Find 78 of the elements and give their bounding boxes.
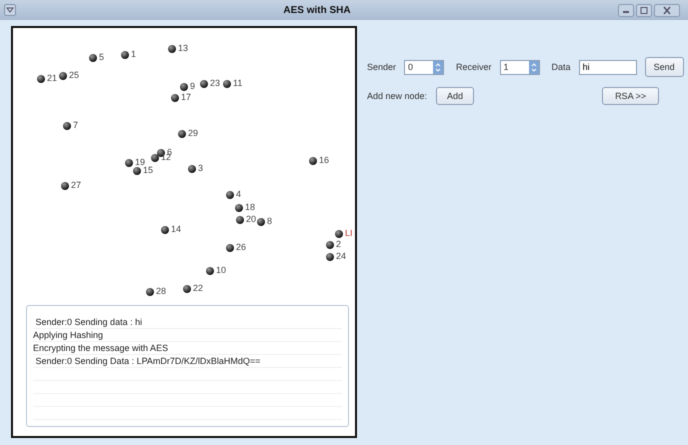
node-label: 27 — [71, 181, 82, 190]
node-label: 3 — [198, 164, 204, 173]
data-field[interactable]: hi — [578, 60, 637, 74]
node-label: LI — [345, 229, 353, 238]
node-label: 29 — [188, 129, 198, 138]
node-label: 18 — [245, 203, 256, 212]
node-label: 23 — [210, 79, 220, 88]
data-label: Data — [552, 62, 571, 72]
node-label: 22 — [193, 284, 204, 293]
sender-label: Sender — [367, 62, 396, 72]
node-label: 13 — [178, 44, 188, 53]
node-label: 11 — [233, 79, 242, 88]
node-icon[interactable] — [146, 288, 154, 296]
node-icon[interactable] — [309, 156, 317, 164]
node-label: 14 — [171, 225, 182, 234]
node-icon[interactable] — [188, 164, 196, 172]
node-icon[interactable] — [168, 44, 176, 52]
node-label: 21 — [47, 74, 58, 83]
node-label: 4 — [236, 190, 242, 199]
node-icon[interactable] — [206, 266, 214, 274]
add-button[interactable]: Add — [436, 87, 474, 105]
node-icon[interactable] — [235, 204, 243, 212]
receiver-label: Receiver — [456, 62, 492, 72]
node-label: 20 — [246, 215, 256, 224]
node-label: 16 — [319, 156, 330, 165]
node-icon[interactable] — [183, 284, 191, 292]
node-icon[interactable] — [326, 240, 334, 248]
log-line: Sender:0 Sending Data : LPAmDr7D/KZ/lDxBlaHMdQ== — [33, 355, 342, 368]
node-icon[interactable] — [326, 252, 334, 260]
node-icon[interactable] — [335, 230, 343, 238]
node-icon[interactable] — [257, 218, 265, 226]
node-icon[interactable] — [223, 80, 231, 88]
node-label: 2 — [336, 240, 342, 249]
spinner-arrows-icon[interactable] — [528, 60, 539, 74]
node-icon[interactable] — [61, 182, 69, 190]
log-line: Applying Hashing — [33, 329, 342, 342]
node-label: 19 — [135, 158, 146, 167]
node-label: 1 — [131, 50, 136, 59]
node-icon[interactable] — [171, 94, 179, 102]
close-icon[interactable] — [654, 4, 680, 16]
send-button[interactable]: Send — [644, 57, 684, 77]
node-label: 8 — [267, 217, 272, 226]
maximize-icon[interactable] — [636, 4, 652, 16]
window-title: AES with SHA — [282, 4, 352, 16]
node-icon[interactable] — [89, 54, 97, 62]
node-icon[interactable] — [121, 50, 129, 58]
node-label: 10 — [216, 266, 226, 275]
minimize-icon[interactable] — [618, 4, 634, 16]
node-label: 25 — [69, 71, 80, 80]
node-label: 17 — [181, 93, 192, 102]
add-node-label: Add new node: — [367, 91, 428, 101]
node-label: 7 — [73, 121, 78, 130]
node-icon[interactable] — [200, 80, 208, 88]
node-icon[interactable] — [161, 226, 169, 234]
rsa-button[interactable]: RSA >> — [602, 87, 660, 105]
node-icon[interactable] — [133, 166, 141, 174]
spinner-arrows-icon[interactable] — [433, 60, 444, 74]
node-label: 9 — [190, 82, 196, 91]
log-line: Sender:0 Sending data : hi — [33, 316, 342, 329]
node-icon[interactable] — [178, 130, 186, 138]
node-label: 28 — [156, 287, 166, 296]
node-label: 26 — [236, 243, 246, 252]
node-label: 5 — [99, 53, 104, 62]
receiver-spinner[interactable]: 1 — [500, 60, 540, 74]
node-icon[interactable] — [63, 122, 71, 130]
node-label: 24 — [336, 252, 346, 261]
node-label: 15 — [143, 166, 154, 175]
node-icon[interactable] — [151, 154, 159, 162]
system-menu-icon[interactable] — [4, 4, 16, 16]
node-icon[interactable] — [125, 158, 133, 166]
node-icon[interactable] — [236, 216, 244, 224]
node-icon[interactable] — [59, 72, 67, 80]
node-icon[interactable] — [37, 74, 45, 82]
node-icon[interactable] — [226, 244, 234, 252]
node-icon[interactable] — [226, 190, 234, 198]
log-line: Encrypting the message with AES — [33, 342, 342, 355]
sender-spinner[interactable]: 0 — [404, 60, 444, 74]
node-icon[interactable] — [180, 82, 188, 90]
